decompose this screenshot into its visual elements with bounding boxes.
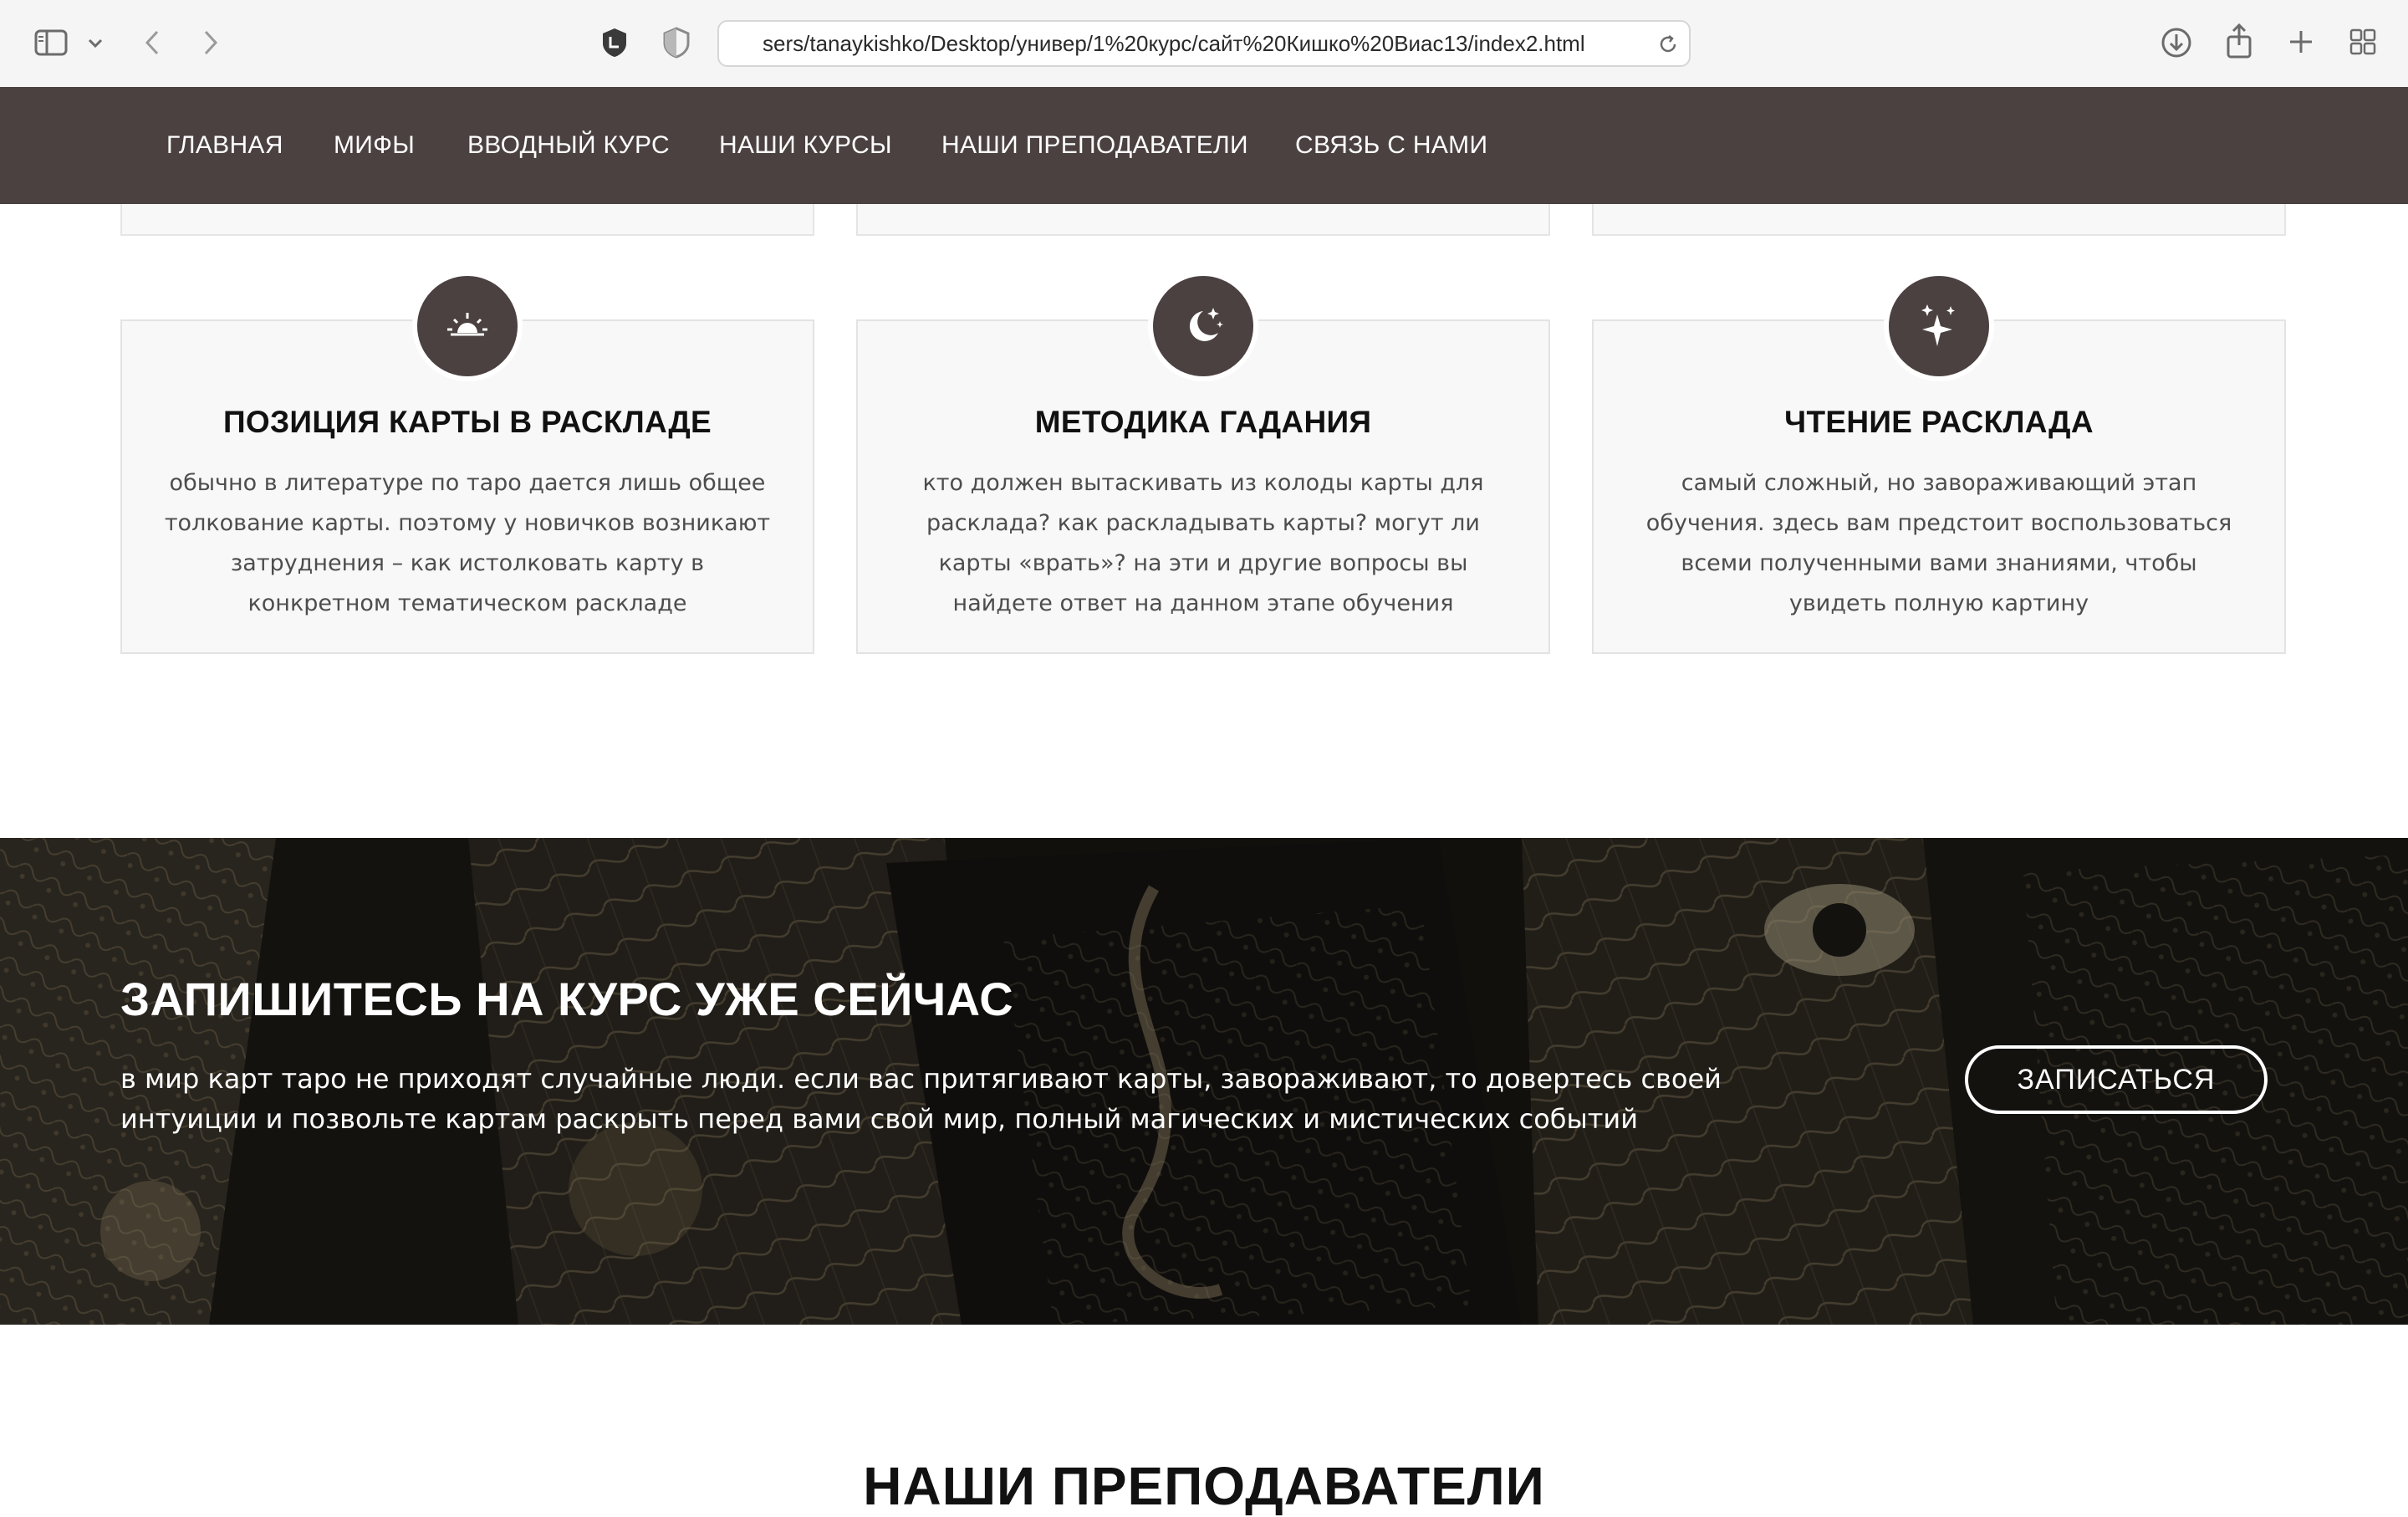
- tab-overview-icon[interactable]: [2346, 25, 2380, 59]
- teachers-section-title: НАШИ ПРЕПОДАВАТЕЛИ: [863, 1456, 1545, 1516]
- nav-item-contact[interactable]: СВЯЗЬ С НАМИ: [1295, 87, 1487, 204]
- address-bar[interactable]: sers/tanaykishko/Desktop/универ/1%20курс…: [717, 20, 1691, 67]
- back-arrow-icon[interactable]: [137, 25, 167, 60]
- feature-title: МЕТОДИКА ГАДАНИЯ: [1034, 405, 1372, 439]
- feature-text: самый сложный, но завораживающий этап об…: [1645, 470, 2232, 616]
- share-icon[interactable]: [2222, 22, 2256, 60]
- moon-stars-icon: [1148, 271, 1258, 381]
- signup-button[interactable]: ЗАПИСАТЬСЯ: [1965, 1045, 2268, 1114]
- new-tab-icon[interactable]: [2284, 25, 2318, 59]
- previous-card-edge: [120, 204, 814, 236]
- nav-item-home[interactable]: ГЛАВНАЯ: [166, 87, 283, 204]
- sunrise-icon: [412, 271, 523, 381]
- nav-item-our-courses[interactable]: НАШИ КУРСЫ: [719, 87, 892, 204]
- previous-card-edge: [856, 204, 1550, 236]
- downloads-icon[interactable]: [2159, 25, 2194, 60]
- reload-icon[interactable]: [1656, 32, 1681, 57]
- browser-toolbar: sers/tanaykishko/Desktop/универ/1%20курс…: [0, 0, 2408, 88]
- sparkles-icon: [1884, 271, 1994, 381]
- nav-item-myths[interactable]: МИФЫ: [334, 87, 415, 204]
- sidebar-toggle-icon[interactable]: [32, 25, 70, 60]
- shield-icon[interactable]: [659, 25, 694, 60]
- forward-arrow-icon[interactable]: [196, 25, 226, 60]
- cta-banner: ЗАПИШИТЕСЬ НА КУРС УЖЕ СЕЙЧАС в мир карт…: [0, 838, 2408, 1325]
- banner-text: в мир карт таро не приходят случайные лю…: [120, 1063, 1722, 1135]
- banner-title: ЗАПИШИТЕСЬ НА КУРС УЖЕ СЕЙЧАС: [120, 973, 1014, 1025]
- feature-text: кто должен вытаскивать из колоды карты д…: [922, 470, 1484, 616]
- main-nav: ГЛАВНАЯ МИФЫ ВВОДНЫЙ КУРС НАШИ КУРСЫ НАШ…: [0, 87, 2408, 204]
- nav-item-intro-course[interactable]: ВВОДНЫЙ КУРС: [467, 87, 670, 204]
- feature-text: обычно в литературе по таро дается лишь …: [164, 470, 771, 616]
- chevron-down-icon[interactable]: [84, 32, 107, 55]
- previous-card-edge: [1592, 204, 2286, 236]
- url-text: sers/tanaykishko/Desktop/универ/1%20курс…: [763, 31, 1585, 56]
- nav-item-our-teachers[interactable]: НАШИ ПРЕПОДАВАТЕЛИ: [941, 87, 1248, 204]
- privacy-report-icon[interactable]: [597, 25, 632, 60]
- feature-title: ПОЗИЦИЯ КАРТЫ В РАСКЛАДЕ: [222, 405, 712, 439]
- feature-title: ЧТЕНИЕ РАСКЛАДА: [1784, 405, 2094, 439]
